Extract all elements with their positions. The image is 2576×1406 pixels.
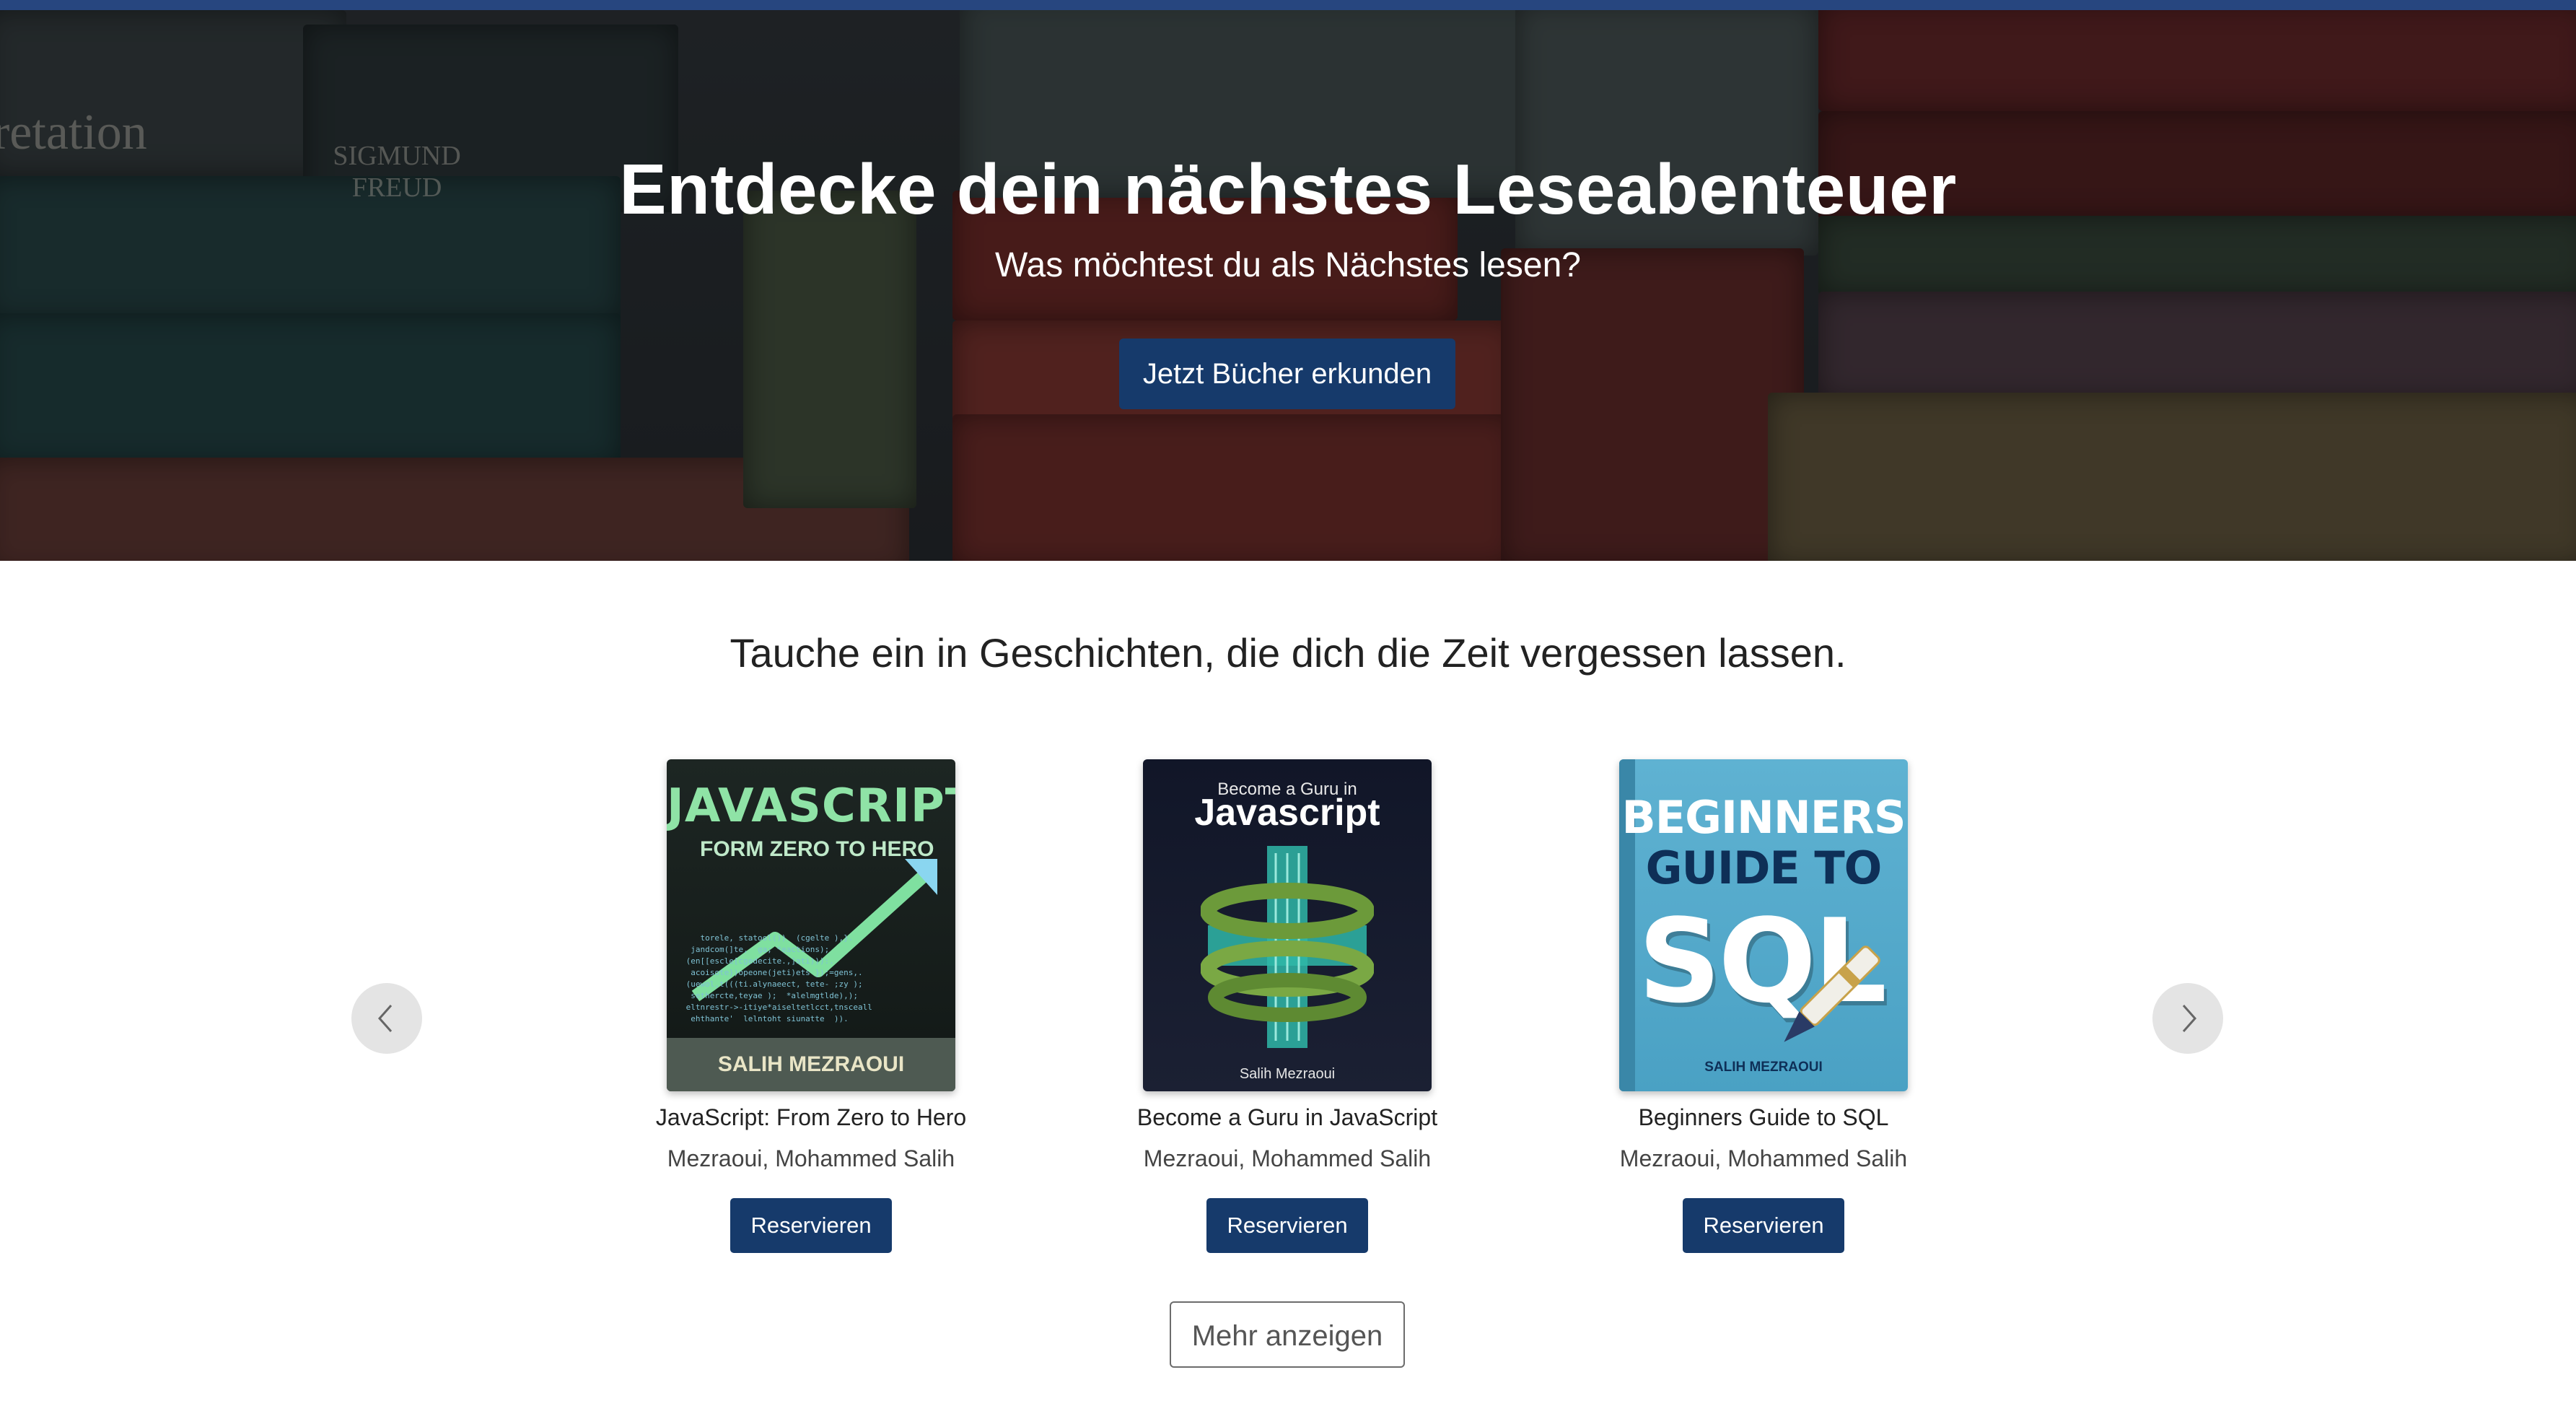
book-card: Become a Guru in Javascript Salih Mezrao…: [1107, 759, 1468, 1253]
section-tagline: Tauche ein in Geschichten, die dich die …: [730, 630, 1846, 676]
cover-author: SALIH MEZRAOUI: [1704, 1060, 1823, 1075]
book-cover-beginners-guide-sql[interactable]: BEGINNERS GUIDE TO SQL SALIH MEZRAOUI: [1619, 759, 1908, 1091]
cover-title-line: GUIDE TO: [1645, 842, 1883, 894]
book-card: BEGINNERS GUIDE TO SQL SALIH MEZRAOUI Be…: [1583, 759, 1944, 1253]
hero-banner: retation SIGMUND FREUD Entdecke dein näc…: [0, 10, 2576, 561]
top-accent-bar: [0, 0, 2576, 10]
chevron-left-icon: [377, 1005, 393, 1032]
book-title: Beginners Guide to SQL: [1638, 1104, 1889, 1130]
hero-title: Entdecke dein nächstes Leseabenteuer: [619, 149, 1957, 229]
reserve-button[interactable]: Reservieren: [1206, 1198, 1368, 1253]
code-snippet-decoration: torele, statool()) (cgelte ),}. jandcom(…: [685, 933, 872, 1023]
book-author: Mezraoui, Mohammed Salih: [1143, 1145, 1432, 1171]
book-cover-guru-javascript[interactable]: Become a Guru in Javascript Salih Mezrao…: [1143, 759, 1432, 1091]
cover-author: Salih Mezraoui: [1239, 1066, 1336, 1082]
carousel-next-button[interactable]: [2152, 983, 2223, 1054]
cover-author: SALIH MEZRAOUI: [667, 1038, 955, 1091]
pen-icon: [1784, 946, 1880, 1042]
reserve-button[interactable]: Reservieren: [1683, 1198, 1844, 1253]
circuit-plus-icon: [1201, 846, 1374, 1048]
book-author: Mezraoui, Mohammed Salih: [1619, 1145, 1908, 1171]
carousel-prev-button[interactable]: [351, 983, 422, 1054]
cover-title: JAVASCRIPT: [667, 780, 955, 833]
hero-subtitle: Was möchtest du als Nächstes lesen?: [995, 246, 1581, 284]
hero-content: Entdecke dein nächstes Leseabenteuer Was…: [0, 10, 2576, 561]
explore-books-button[interactable]: Jetzt Bücher erkunden: [1119, 339, 1455, 409]
cover-title-line: BEGINNERS: [1621, 791, 1906, 844]
book-author: Mezraoui, Mohammed Salih: [667, 1145, 955, 1171]
book-cover-javascript-zero-to-hero[interactable]: JAVASCRIPT FORM ZERO TO HERO torele, sta…: [667, 759, 955, 1091]
chevron-right-icon: [2182, 1005, 2197, 1032]
reserve-button[interactable]: Reservieren: [730, 1198, 892, 1253]
show-more-button[interactable]: Mehr anzeigen: [1170, 1301, 1405, 1368]
book-title: JavaScript: From Zero to Hero: [655, 1104, 967, 1130]
book-card: JAVASCRIPT FORM ZERO TO HERO torele, sta…: [631, 759, 991, 1253]
book-title: Become a Guru in JavaScript: [1136, 1104, 1438, 1130]
cover-title: Javascript: [1194, 792, 1380, 834]
